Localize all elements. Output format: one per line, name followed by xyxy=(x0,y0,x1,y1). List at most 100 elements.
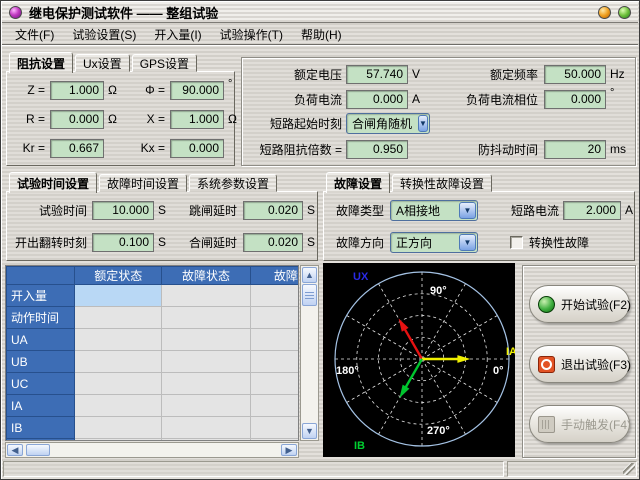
tab-impedance-settings[interactable]: 阻抗设置 xyxy=(9,52,73,73)
short-start-dropdown[interactable]: 合闸角随机 ▼ xyxy=(346,113,430,134)
table-cell[interactable] xyxy=(162,307,250,329)
tab-test-time-settings[interactable]: 试验时间设置 xyxy=(9,172,97,193)
r-label: R = xyxy=(11,112,45,126)
table-cell[interactable] xyxy=(75,417,162,439)
rated-frequency-field[interactable]: 50.000 xyxy=(544,65,606,84)
timing-tab-control: 试验时间设置 故障时间设置 系统参数设置 试验时间 10.000 S 跳闸延时 … xyxy=(6,171,318,261)
exit-test-button[interactable]: 退出试验(F3) xyxy=(529,345,630,383)
short-current-field[interactable]: 2.000 xyxy=(563,201,621,220)
table-cell[interactable] xyxy=(162,373,250,395)
test-time-field[interactable]: 10.000 xyxy=(92,201,154,220)
menu-item-1[interactable]: 试验设置(S) xyxy=(63,23,145,46)
start-test-button[interactable]: 开始试验(F2) xyxy=(529,285,630,323)
table-cell[interactable] xyxy=(250,307,299,329)
stop-icon xyxy=(538,356,555,373)
vertical-scroll-thumb[interactable] xyxy=(302,284,317,306)
window-menu-icon[interactable] xyxy=(9,6,22,19)
r-field[interactable]: 0.000 xyxy=(50,110,104,129)
resize-grip[interactable] xyxy=(623,463,635,475)
table-cell[interactable] xyxy=(162,395,250,417)
manual-trigger-label: 手动触发(F4) xyxy=(561,416,631,433)
phi-label: Φ = xyxy=(133,83,165,97)
app-window: 继电保护测试软件 —— 整组试验 文件(F)试验设置(S)开入量(I)试验操作(… xyxy=(0,0,640,480)
timing-panel: 试验时间 10.000 S 跳闸延时 0.020 S 开出翻转时刻 0.100 … xyxy=(6,191,318,261)
horizontal-scrollbar[interactable]: ◀ ▶ xyxy=(5,442,299,458)
row-header: IA xyxy=(7,395,75,417)
tab-ux-settings[interactable]: Ux设置 xyxy=(75,54,130,72)
anti-shake-label: 防抖动时间 xyxy=(392,141,538,158)
close-delay-unit: S xyxy=(307,235,315,249)
table-cell[interactable] xyxy=(162,329,250,351)
table-cell[interactable] xyxy=(250,417,299,439)
horizontal-scroll-thumb[interactable] xyxy=(26,444,50,456)
fault-tab-control: 故障设置 转换性故障设置 故障类型 A相接地 ▼ 短路电流 2.000 A 故障… xyxy=(323,171,635,261)
table-cell[interactable] xyxy=(250,285,299,307)
load-phase-field[interactable]: 0.000 xyxy=(544,90,606,109)
table-cell[interactable] xyxy=(250,373,299,395)
table-cell[interactable] xyxy=(250,351,299,373)
title-bar: 继电保护测试软件 —— 整组试验 xyxy=(2,2,638,23)
svg-text:UX: UX xyxy=(353,271,369,283)
tab-system-param-settings[interactable]: 系统参数设置 xyxy=(189,174,277,192)
table-cell[interactable] xyxy=(162,417,250,439)
column-header: 额定状态 xyxy=(75,267,162,285)
table-cell[interactable] xyxy=(75,395,162,417)
table-cell[interactable] xyxy=(250,439,299,442)
load-phase-label: 负荷电流相位 xyxy=(392,91,538,108)
chevron-down-icon[interactable]: ▼ xyxy=(418,115,428,132)
x-label: X = xyxy=(133,112,165,126)
x-field[interactable]: 1.000 xyxy=(170,110,224,129)
start-icon xyxy=(538,296,555,313)
table-cell[interactable] xyxy=(250,395,299,417)
vertical-scrollbar[interactable]: ▲ ▼ xyxy=(300,265,319,441)
manual-trigger-button[interactable]: 手动触发(F4) xyxy=(529,405,630,443)
tab-fault-settings[interactable]: 故障设置 xyxy=(326,172,390,193)
menu-item-0[interactable]: 文件(F) xyxy=(6,23,63,46)
convertible-fault-checkbox[interactable] xyxy=(510,236,523,249)
table-row: UC xyxy=(7,373,300,395)
table-cell[interactable] xyxy=(250,329,299,351)
table-cell[interactable] xyxy=(75,329,162,351)
status-panel-main xyxy=(3,461,504,477)
table-cell[interactable] xyxy=(75,439,162,442)
menu-item-2[interactable]: 开入量(I) xyxy=(145,23,210,46)
tab-convertible-fault-settings[interactable]: 转换性故障设置 xyxy=(392,174,492,192)
close-delay-field[interactable]: 0.020 xyxy=(243,233,303,252)
table-cell[interactable] xyxy=(75,373,162,395)
table-cell[interactable] xyxy=(75,307,162,329)
scroll-up-icon[interactable]: ▲ xyxy=(302,267,317,283)
svg-text:180°: 180° xyxy=(336,365,359,377)
tab-fault-time-settings[interactable]: 故障时间设置 xyxy=(99,174,187,192)
kx-field[interactable]: 0.000 xyxy=(170,139,224,158)
kr-field[interactable]: 0.667 xyxy=(50,139,104,158)
table-cell[interactable] xyxy=(75,285,162,307)
table-row: IA xyxy=(7,395,300,417)
close-button[interactable] xyxy=(618,6,631,19)
anti-shake-field[interactable]: 20 xyxy=(544,140,606,159)
window-title: 继电保护测试软件 —— 整组试验 xyxy=(29,3,591,22)
table-cell[interactable] xyxy=(162,351,250,373)
table-cell[interactable] xyxy=(162,285,250,307)
phi-field[interactable]: 90.000 xyxy=(170,81,224,100)
fault-direction-dropdown[interactable]: 正方向 ▼ xyxy=(390,232,478,253)
z-field[interactable]: 1.000 xyxy=(50,81,104,100)
tab-gps-settings[interactable]: GPS设置 xyxy=(132,54,197,72)
menu-bar: 文件(F)试验设置(S)开入量(I)试验操作(T)帮助(H) xyxy=(2,24,638,45)
minimize-button[interactable] xyxy=(598,6,611,19)
chevron-down-icon[interactable]: ▼ xyxy=(459,234,476,251)
flip-time-field[interactable]: 0.100 xyxy=(92,233,154,252)
kr-label: Kr = xyxy=(11,141,45,155)
menu-item-4[interactable]: 帮助(H) xyxy=(292,23,351,46)
table-cell[interactable] xyxy=(162,439,250,442)
menu-item-3[interactable]: 试验操作(T) xyxy=(211,23,292,46)
scroll-down-icon[interactable]: ▼ xyxy=(302,423,317,439)
svg-text:90°: 90° xyxy=(430,285,447,297)
table-row: 开入量 xyxy=(7,285,300,307)
fault-type-dropdown[interactable]: A相接地 ▼ xyxy=(390,200,478,221)
trip-delay-field[interactable]: 0.020 xyxy=(243,201,303,220)
scroll-right-icon[interactable]: ▶ xyxy=(281,444,297,456)
table-cell[interactable] xyxy=(75,351,162,373)
test-time-unit: S xyxy=(158,203,166,217)
chevron-down-icon[interactable]: ▼ xyxy=(459,202,476,219)
scroll-left-icon[interactable]: ◀ xyxy=(7,444,23,456)
